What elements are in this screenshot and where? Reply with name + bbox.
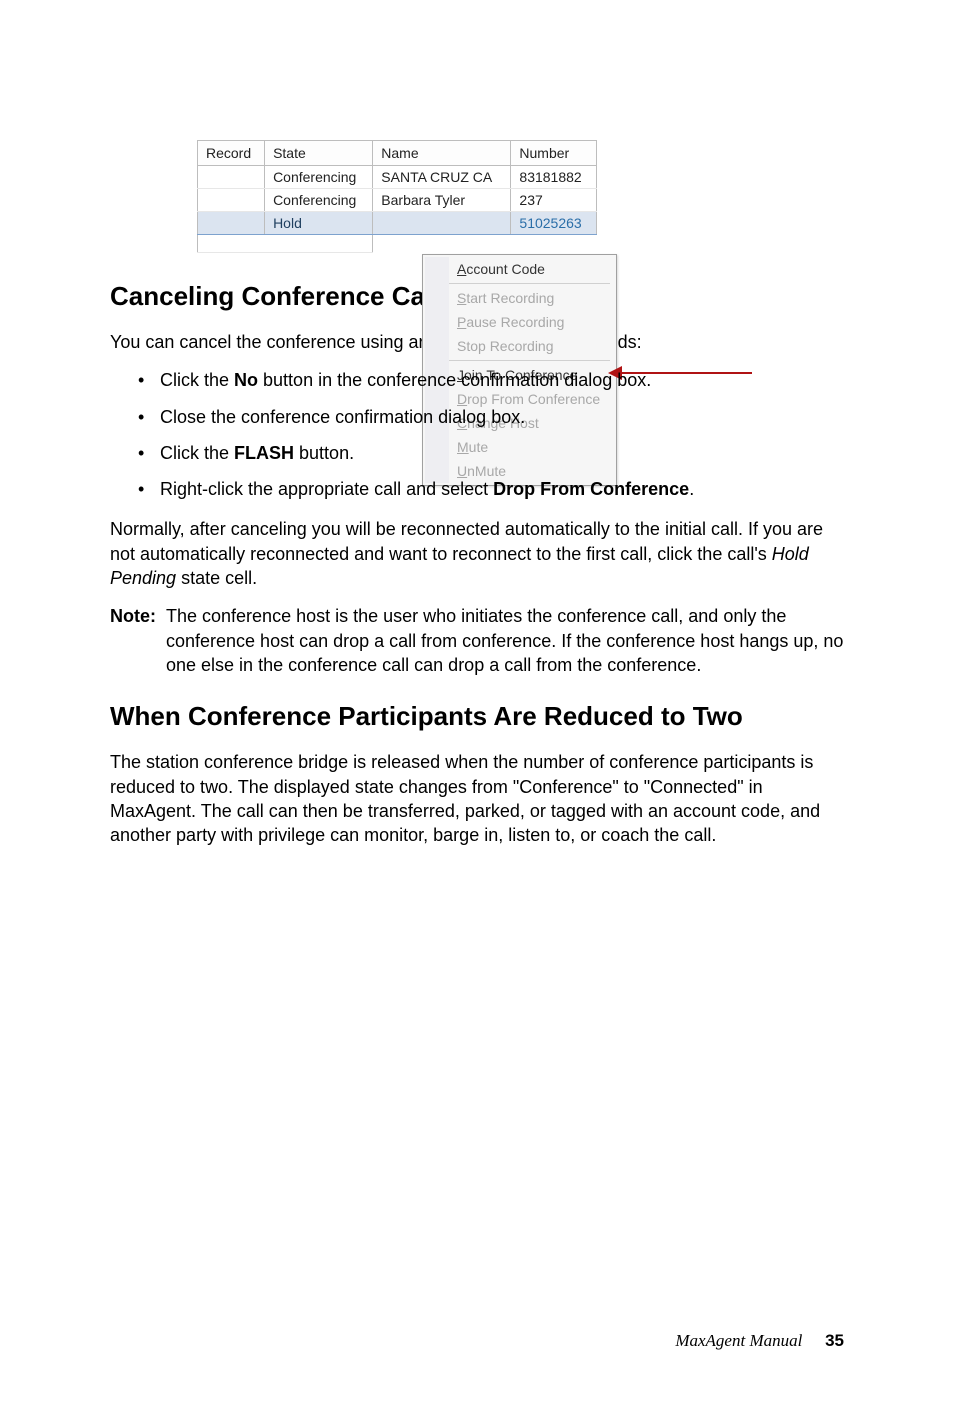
bold-text: No (234, 370, 258, 390)
table-row[interactable]: Conferencing Barbara Tyler 237 (198, 189, 597, 212)
cell-number: 237 (511, 189, 597, 212)
call-table: Record State Name Number Conferencing SA… (197, 140, 597, 253)
cell-state: Conferencing (265, 189, 373, 212)
text: Click the (160, 443, 234, 463)
cell-record (198, 189, 265, 212)
cell-number: 83181882 (511, 166, 597, 189)
paragraph: Normally, after canceling you will be re… (110, 517, 844, 590)
menu-separator (449, 283, 610, 284)
cell-record (198, 212, 265, 235)
text: button. (294, 443, 354, 463)
cell-name: Barbara Tyler (373, 189, 511, 212)
book-title: MaxAgent Manual (675, 1331, 802, 1350)
table-row-empty (198, 235, 597, 253)
text: . (689, 479, 694, 499)
text: state cell. (176, 568, 257, 588)
col-number[interactable]: Number (511, 141, 597, 166)
col-state[interactable]: State (265, 141, 373, 166)
menu-start-recording: Start Recording (451, 286, 614, 310)
menu-separator (449, 360, 610, 361)
menu-stop-recording: Stop Recording (451, 334, 614, 358)
note-block: Note: The conference host is the user wh… (110, 604, 844, 677)
cell-state: Conferencing (265, 166, 373, 189)
cell-state: Hold (265, 212, 373, 235)
bold-text: Drop From Conference (493, 479, 689, 499)
paragraph: The station conference bridge is release… (110, 750, 844, 847)
list-item: Close the conference confirmation dialog… (138, 405, 844, 429)
col-name[interactable]: Name (373, 141, 511, 166)
text: Right-click the appropriate call and sel… (160, 479, 493, 499)
page-number: 35 (825, 1331, 844, 1350)
menu-pause-recording: Pause Recording (451, 310, 614, 334)
list-item: Click the No button in the conference co… (138, 368, 844, 392)
list-item: Click the FLASH button. (138, 441, 844, 465)
cell-number: 51025263 (511, 212, 597, 235)
list-item: Right-click the appropriate call and sel… (138, 477, 844, 501)
menu-account-code[interactable]: Account Code (451, 257, 614, 281)
screenshot-figure: Record State Name Number Conferencing SA… (197, 140, 757, 253)
col-record[interactable]: Record (198, 141, 265, 166)
cell-record (198, 166, 265, 189)
cell-name (373, 212, 511, 235)
heading-reduced-two: When Conference Participants Are Reduced… (110, 701, 844, 732)
cell-name: SANTA CRUZ CA (373, 166, 511, 189)
table-row-selected[interactable]: Hold 51025263 (198, 212, 597, 235)
note-text: The conference host is the user who init… (166, 604, 844, 677)
table-row[interactable]: Conferencing SANTA CRUZ CA 83181882 (198, 166, 597, 189)
text: Normally, after canceling you will be re… (110, 519, 823, 563)
text: button in the conference confirmation di… (258, 370, 651, 390)
text: Click the (160, 370, 234, 390)
page-footer: MaxAgent Manual 35 (675, 1331, 844, 1351)
note-label: Note: (110, 604, 156, 677)
bold-text: FLASH (234, 443, 294, 463)
